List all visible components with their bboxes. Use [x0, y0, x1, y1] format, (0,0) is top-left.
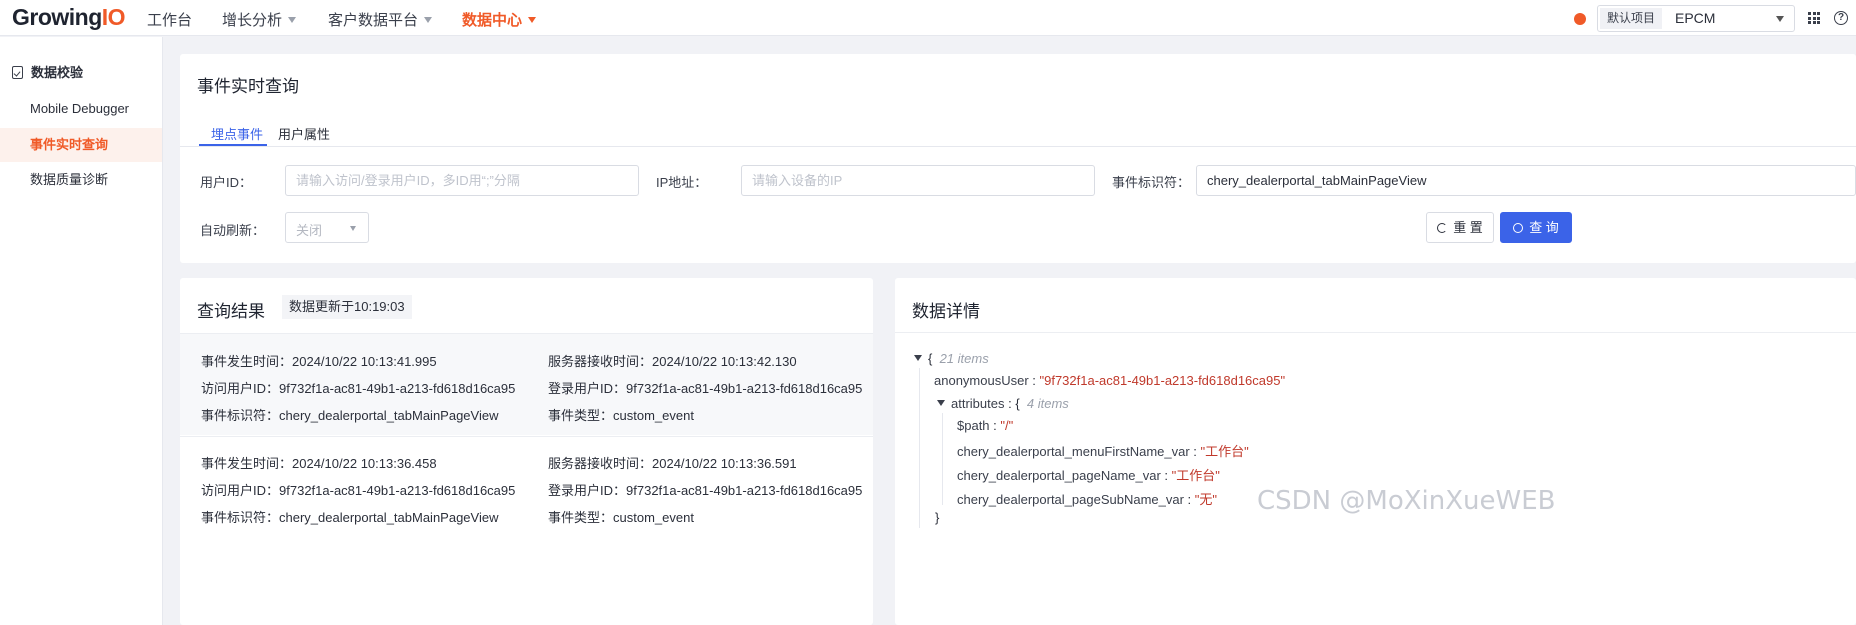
- auto-refresh-select[interactable]: 关闭: [285, 212, 369, 243]
- sidebar-item-label: 事件实时查询: [30, 137, 109, 152]
- detail-title: 数据详情: [912, 302, 980, 321]
- login-id: 登录用户ID：9f732f1a-ac81-49b1-a213-fd618d16c…: [548, 381, 863, 396]
- sidebar: 数据校验 Mobile Debugger 事件实时查询 数据质量诊断: [0, 37, 163, 625]
- json-indent-guide: [919, 368, 920, 528]
- sidebar-item-realtime-event-query[interactable]: 事件实时查询: [0, 128, 162, 162]
- sidebar-item-data-quality[interactable]: 数据质量诊断: [0, 163, 162, 197]
- nav-item-cdp[interactable]: 客户数据平台: [328, 9, 433, 30]
- collapse-triangle-icon[interactable]: [914, 355, 922, 361]
- json-field-path: $path : "/": [957, 418, 1014, 433]
- json-field-page-name: chery_dealerportal_pageName_var : "工作台": [957, 468, 1220, 483]
- collapse-triangle-icon[interactable]: [937, 400, 945, 406]
- help-icon[interactable]: ?: [1834, 11, 1848, 25]
- event-key: 事件标识符：chery_dealerportal_tabMainPageView: [201, 510, 499, 525]
- sidebar-group-data-validation: 数据校验: [12, 62, 83, 81]
- user-id-input[interactable]: [285, 165, 639, 196]
- query-panel: 事件实时查询 埋点事件 用户属性 用户ID： IP地址： 事件标识符： 自动刷新…: [180, 54, 1856, 263]
- json-item-count: 4 items: [1026, 396, 1069, 411]
- query-button[interactable]: 查 询: [1500, 212, 1572, 243]
- ip-label: IP地址：: [656, 175, 708, 190]
- reset-button[interactable]: 重 置: [1426, 212, 1494, 243]
- json-item-count: 21 items: [939, 351, 989, 366]
- logo-accent-text: IO: [101, 4, 126, 30]
- json-root-node[interactable]: { 21 items: [914, 351, 989, 366]
- sidebar-item-mobile-debugger[interactable]: Mobile Debugger: [0, 92, 162, 126]
- nav-item-label: 数据中心: [462, 12, 523, 29]
- sidebar-item-label: Mobile Debugger: [30, 101, 130, 116]
- event-key-input[interactable]: [1196, 165, 1856, 196]
- event-time: 事件发生时间：2024/10/22 10:13:41.995: [201, 354, 437, 369]
- ip-input[interactable]: [741, 165, 1095, 196]
- project-value: EPCM: [1675, 10, 1716, 26]
- json-indent-guide: [942, 413, 943, 505]
- data-updated-badge: 数据更新于10:19:03: [282, 295, 412, 319]
- chevron-down-icon: [288, 17, 297, 23]
- detail-panel: 数据详情 { 21 items anonymousUser : "9f732f1…: [895, 278, 1856, 625]
- results-panel: 查询结果 数据更新于10:19:03 事件发生时间：2024/10/22 10:…: [180, 278, 873, 625]
- sidebar-group-label: 数据校验: [31, 65, 84, 80]
- nav-item-label: 工作台: [147, 12, 193, 29]
- nav-item-label: 客户数据平台: [328, 12, 419, 29]
- json-field-menu-first-name: chery_dealerportal_menuFirstName_var : "…: [957, 444, 1249, 459]
- nav-item-growth-analysis[interactable]: 增长分析: [222, 9, 297, 30]
- growingio-logo[interactable]: GrowingIO: [12, 4, 126, 31]
- auto-refresh-label: 自动刷新：: [200, 223, 266, 238]
- project-tag: 默认项目: [1600, 8, 1663, 29]
- visitor-id: 访问用户ID：9f732f1a-ac81-49b1-a213-fd618d16c…: [201, 483, 516, 498]
- event-key: 事件标识符：chery_dealerportal_tabMainPageView: [201, 408, 499, 423]
- result-record[interactable]: 事件发生时间：2024/10/22 10:13:36.458 服务器接收时间：2…: [180, 436, 873, 538]
- project-select[interactable]: 默认项目 EPCM: [1597, 5, 1795, 32]
- visitor-id: 访问用户ID：9f732f1a-ac81-49b1-a213-fd618d16c…: [201, 381, 516, 396]
- tab-divider: [180, 146, 1856, 147]
- logo-text: Growing: [12, 4, 102, 30]
- event-type: 事件类型：custom_event: [548, 408, 694, 423]
- results-title: 查询结果: [197, 302, 265, 321]
- nav-item-label: 增长分析: [222, 12, 283, 29]
- event-key-label: 事件标识符：: [1112, 175, 1191, 190]
- refresh-icon: [1437, 223, 1448, 233]
- event-type: 事件类型：custom_event: [548, 510, 694, 525]
- user-id-label: 用户ID：: [200, 175, 253, 190]
- chevron-down-icon: [424, 17, 433, 23]
- nav-item-workbench[interactable]: 工作台: [147, 9, 192, 30]
- chevron-down-icon: [528, 17, 537, 23]
- json-attributes-node[interactable]: attributes : { 4 items: [937, 396, 1069, 411]
- tab-tracking-events[interactable]: 埋点事件: [211, 124, 263, 143]
- page-title: 事件实时查询: [197, 77, 299, 96]
- search-icon: [1513, 223, 1524, 233]
- json-field-anonymous-user: anonymousUser : "9f732f1a-ac81-49b1-a213…: [934, 373, 1286, 388]
- chevron-down-icon: [350, 226, 356, 231]
- notification-icon[interactable]: [1574, 13, 1586, 25]
- tab-user-attributes[interactable]: 用户属性: [278, 124, 330, 143]
- apps-grid-icon[interactable]: [1808, 12, 1820, 24]
- json-close-brace: }: [935, 510, 940, 525]
- login-id: 登录用户ID：9f732f1a-ac81-49b1-a213-fd618d16c…: [548, 483, 863, 498]
- checklist-icon: [12, 66, 23, 79]
- result-record[interactable]: 事件发生时间：2024/10/22 10:13:41.995 服务器接收时间：2…: [180, 333, 873, 435]
- json-field-page-sub-name: chery_dealerportal_pageSubName_var : "无": [957, 492, 1218, 507]
- reset-button-label: 重 置: [1453, 220, 1483, 235]
- server-time: 服务器接收时间：2024/10/22 10:13:42.130: [548, 354, 797, 369]
- chevron-down-icon: [1776, 16, 1784, 22]
- auto-refresh-value: 关闭: [296, 223, 323, 238]
- server-time: 服务器接收时间：2024/10/22 10:13:36.591: [548, 456, 797, 471]
- sidebar-item-label: 数据质量诊断: [30, 172, 109, 187]
- detail-divider: [895, 332, 1856, 333]
- top-navigation-bar: GrowingIO 工作台 增长分析 客户数据平台 数据中心 默认项目 EPCM…: [0, 0, 1856, 36]
- event-time: 事件发生时间：2024/10/22 10:13:36.458: [201, 456, 437, 471]
- query-button-label: 查 询: [1529, 220, 1559, 235]
- nav-item-data-center[interactable]: 数据中心: [462, 9, 537, 30]
- watermark: CSDN @MoXinXueWEB: [1257, 486, 1556, 516]
